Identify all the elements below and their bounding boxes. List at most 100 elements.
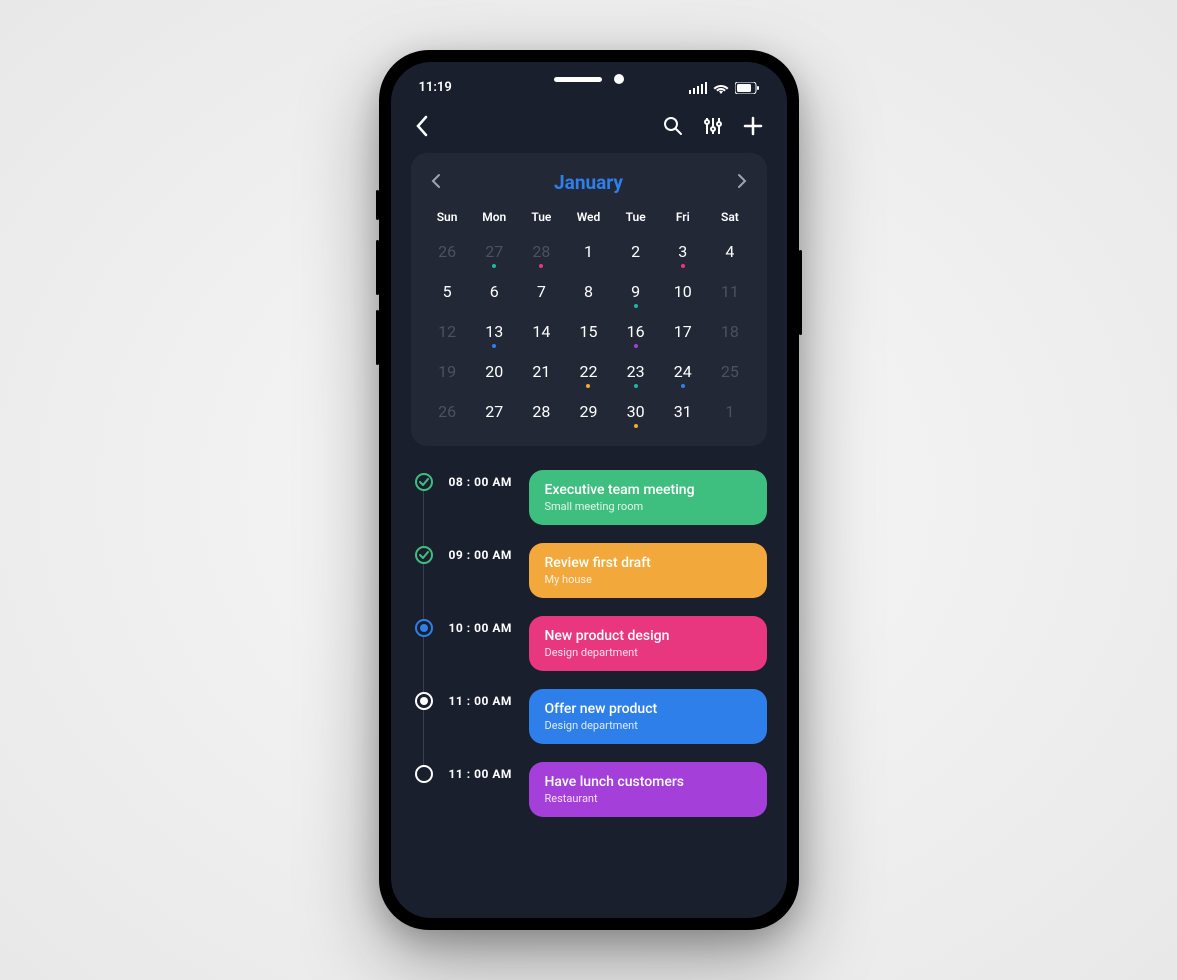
top-bar <box>411 107 767 153</box>
calendar-day[interactable]: 19 <box>425 354 470 392</box>
event-dot <box>681 384 685 388</box>
event-row: 10 : 00 AM New product designDesign depar… <box>415 616 767 671</box>
day-number: 18 <box>707 322 752 341</box>
event-dot <box>634 344 638 348</box>
day-number: 22 <box>566 362 611 381</box>
side-button <box>376 310 379 365</box>
calendar-day[interactable]: 26 <box>425 234 470 272</box>
event-marker <box>415 473 433 491</box>
event-dot <box>492 344 496 348</box>
side-button <box>376 190 379 220</box>
day-number: 28 <box>519 402 564 421</box>
event-title: Have lunch customers <box>545 774 751 790</box>
event-title: Offer new product <box>545 701 751 717</box>
event-location: Restaurant <box>545 792 751 805</box>
calendar-day[interactable]: 6 <box>472 274 517 312</box>
event-dot <box>634 424 638 428</box>
calendar-day[interactable]: 27 <box>472 234 517 272</box>
calendar-day[interactable]: 23 <box>613 354 658 392</box>
calendar-day[interactable]: 22 <box>566 354 611 392</box>
next-month-button[interactable] <box>737 173 747 193</box>
day-number: 20 <box>472 362 517 381</box>
event-location: Small meeting room <box>545 500 751 513</box>
event-time: 10 : 00 AM <box>449 621 513 635</box>
calendar-day[interactable]: 24 <box>660 354 705 392</box>
prev-month-button[interactable] <box>431 173 441 193</box>
event-dot <box>634 384 638 388</box>
event-marker <box>415 692 433 710</box>
side-button <box>376 240 379 295</box>
day-number: 1 <box>707 402 752 421</box>
event-dot <box>492 264 496 268</box>
notch <box>554 74 624 84</box>
calendar-day[interactable]: 30 <box>613 394 658 432</box>
event-title: Executive team meeting <box>545 482 751 498</box>
calendar-day[interactable]: 18 <box>707 314 752 352</box>
settings-icon[interactable] <box>703 116 723 136</box>
battery-icon <box>735 82 759 94</box>
calendar-day[interactable]: 13 <box>472 314 517 352</box>
calendar-day[interactable]: 3 <box>660 234 705 272</box>
back-button[interactable] <box>415 115 429 137</box>
event-card[interactable]: Offer new productDesign department <box>529 689 767 744</box>
calendar-day[interactable]: 1 <box>707 394 752 432</box>
calendar-day[interactable]: 4 <box>707 234 752 272</box>
day-number: 2 <box>613 242 658 261</box>
day-number: 24 <box>660 362 705 381</box>
day-number: 31 <box>660 402 705 421</box>
event-card[interactable]: Review first draftMy house <box>529 543 767 598</box>
calendar-card: January SunMonTueWedTueFriSat 2627281234… <box>411 153 767 446</box>
event-card[interactable]: New product designDesign department <box>529 616 767 671</box>
calendar-day[interactable]: 10 <box>660 274 705 312</box>
event-row: 08 : 00 AM Executive team meeting Small me… <box>415 470 767 525</box>
calendar-day[interactable]: 9 <box>613 274 658 312</box>
day-number: 8 <box>566 282 611 301</box>
calendar-day[interactable]: 15 <box>566 314 611 352</box>
day-header: Wed <box>566 210 611 224</box>
event-title: New product design <box>545 628 751 644</box>
day-number: 29 <box>566 402 611 421</box>
calendar-day[interactable]: 8 <box>566 274 611 312</box>
day-number: 30 <box>613 402 658 421</box>
day-number: 26 <box>425 402 470 421</box>
calendar-day[interactable]: 20 <box>472 354 517 392</box>
calendar-day[interactable]: 31 <box>660 394 705 432</box>
calendar-day[interactable]: 28 <box>519 234 564 272</box>
calendar-day[interactable]: 29 <box>566 394 611 432</box>
calendar-day[interactable]: 27 <box>472 394 517 432</box>
calendar-day[interactable]: 26 <box>425 394 470 432</box>
month-label: January <box>554 171 623 194</box>
day-number: 19 <box>425 362 470 381</box>
event-location: My house <box>545 573 751 586</box>
calendar-day[interactable]: 16 <box>613 314 658 352</box>
day-number: 4 <box>707 242 752 261</box>
day-number: 17 <box>660 322 705 341</box>
calendar-day[interactable]: 17 <box>660 314 705 352</box>
day-number: 28 <box>519 242 564 261</box>
calendar-day[interactable]: 5 <box>425 274 470 312</box>
calendar-day[interactable]: 2 <box>613 234 658 272</box>
event-dot <box>539 264 543 268</box>
events-list: 08 : 00 AM Executive team meeting Small me… <box>411 470 767 817</box>
event-card[interactable]: Executive team meeting Small meeting room <box>529 470 767 525</box>
calendar-day[interactable]: 25 <box>707 354 752 392</box>
day-number: 14 <box>519 322 564 341</box>
event-row: 11 : 00 AM Offer new productDesign depart… <box>415 689 767 744</box>
add-button[interactable] <box>743 116 763 136</box>
calendar-day[interactable]: 28 <box>519 394 564 432</box>
event-time: 11 : 00 AM <box>449 694 513 708</box>
calendar-day[interactable]: 21 <box>519 354 564 392</box>
day-header: Tue <box>519 210 564 224</box>
calendar-day[interactable]: 11 <box>707 274 752 312</box>
calendar-day[interactable]: 12 <box>425 314 470 352</box>
event-time: 08 : 00 AM <box>449 475 513 489</box>
event-row: 09 : 00 AMReview first draftMy house <box>415 543 767 598</box>
calendar-day[interactable]: 1 <box>566 234 611 272</box>
calendar-day[interactable]: 14 <box>519 314 564 352</box>
search-icon[interactable] <box>663 116 683 136</box>
day-number: 25 <box>707 362 752 381</box>
day-number: 23 <box>613 362 658 381</box>
event-card[interactable]: Have lunch customers Restaurant <box>529 762 767 817</box>
day-number: 6 <box>472 282 517 301</box>
calendar-day[interactable]: 7 <box>519 274 564 312</box>
